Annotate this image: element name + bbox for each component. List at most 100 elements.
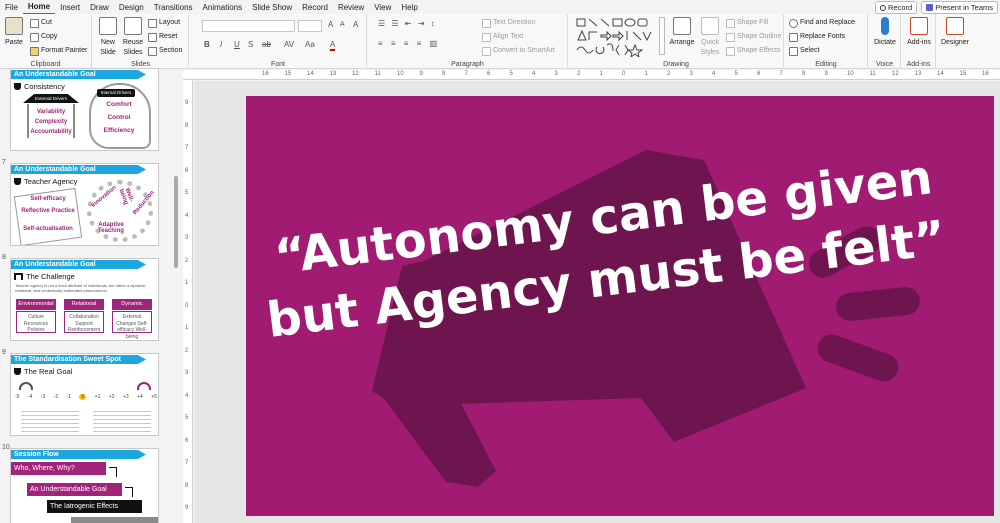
font-color-button[interactable]: A xyxy=(330,40,336,51)
copy-button[interactable]: Copy xyxy=(30,32,57,42)
find-replace-button[interactable]: Find and Replace xyxy=(789,18,855,28)
tab-slide-show[interactable]: Slide Show xyxy=(247,1,297,14)
quick-styles-button[interactable]: Quick Styles xyxy=(697,17,723,58)
shapes-gallery-scroll[interactable] xyxy=(659,17,665,55)
shape-outline-button[interactable]: Shape Outline xyxy=(726,32,781,42)
select-button[interactable]: Select xyxy=(789,46,819,56)
ruler-tick-label: 6 xyxy=(757,71,761,77)
slide-thumbnail[interactable]: An Understandable Goal The Challenge Tea… xyxy=(10,258,159,341)
copy-icon xyxy=(30,32,39,42)
replace-fonts-button[interactable]: Replace Fonts xyxy=(789,32,845,42)
shape-effects-button[interactable]: Shape Effects xyxy=(726,46,780,56)
section-button[interactable]: Section xyxy=(148,46,182,56)
tab-review[interactable]: Review xyxy=(333,1,369,14)
book-item: Self-actualisation xyxy=(23,226,73,232)
font-name-box[interactable] xyxy=(202,20,295,32)
ruler-tick-label: 13 xyxy=(329,71,337,77)
paste-button[interactable]: Paste xyxy=(3,17,25,48)
reset-icon xyxy=(148,32,157,42)
slide-thumbnail[interactable]: An Understandable Goal Teacher Agency Se… xyxy=(10,163,159,246)
tab-home[interactable]: Home xyxy=(22,0,56,15)
main-slide[interactable]: “Autonomy can be given but Agency must b… xyxy=(246,96,994,516)
layout-button[interactable]: Layout xyxy=(148,18,180,28)
convert-smartart-button[interactable]: Convert to SmartArt xyxy=(482,46,555,56)
ruler-tick-label: 7 xyxy=(185,145,189,151)
tab-design[interactable]: Design xyxy=(114,1,149,14)
slide-thumbnail[interactable]: The Standardisation Sweet Spot The Real … xyxy=(10,353,159,436)
arrange-button[interactable]: Arrange xyxy=(669,17,695,48)
slide-thumbnail[interactable]: An Understandable Goal Consistency Exter… xyxy=(10,68,159,151)
designer-button[interactable]: Designer xyxy=(940,17,970,48)
section-icon xyxy=(148,46,157,56)
clear-formatting-icon[interactable]: A xyxy=(353,20,358,29)
small-print-left xyxy=(21,408,79,434)
shapes-gallery[interactable] xyxy=(575,17,659,57)
list-buttons-icon[interactable]: ☰ ☰ ⇤ ⇥ ↕ xyxy=(378,19,437,28)
slide-title-text: The Challenge xyxy=(26,272,75,281)
dictate-button[interactable]: Dictate xyxy=(872,17,898,48)
ruler-tick-label: 4 xyxy=(712,71,716,77)
addins-button[interactable]: Add-ins xyxy=(905,17,933,48)
column-body: Culture Resources Policies xyxy=(16,311,56,333)
column-body: External Changes Self-efficacy Well-bein… xyxy=(112,311,152,340)
new-slide-button[interactable]: New Slide xyxy=(97,17,119,58)
layout-icon xyxy=(148,18,157,28)
reuse-slides-button[interactable]: Reuse Slides xyxy=(122,17,144,58)
scrollbar-thumb[interactable] xyxy=(174,176,178,268)
shadow-button[interactable]: S xyxy=(248,40,253,49)
reuse-slides-icon xyxy=(124,17,142,35)
ruler-tick-label: 3 xyxy=(185,235,189,241)
ruler-tick-label: 5 xyxy=(509,71,513,77)
slide-thumbnail[interactable]: Session Flow Who, Where, Why? An Underst… xyxy=(10,448,159,523)
tab-transitions[interactable]: Transitions xyxy=(149,1,198,14)
ruler-tick-label: 8 xyxy=(185,482,189,489)
align-buttons-icon[interactable]: ≡ ≡ ≡ ≡ ▥ xyxy=(378,39,440,48)
shape-fill-button[interactable]: Shape Fill xyxy=(726,18,768,28)
tab-draw[interactable]: Draw xyxy=(85,1,114,14)
text-direction-button[interactable]: Text Direction xyxy=(482,18,535,28)
increase-font-icon[interactable]: A xyxy=(328,20,333,29)
tab-record[interactable]: Record xyxy=(297,1,333,14)
italic-button[interactable]: I xyxy=(220,40,222,49)
tab-help[interactable]: Help xyxy=(396,1,422,14)
cut-button[interactable]: Cut xyxy=(30,18,52,28)
underline-button[interactable]: U xyxy=(234,40,240,49)
gauge-left-icon xyxy=(19,382,33,390)
flow-step-next xyxy=(71,517,158,523)
tab-view[interactable]: View xyxy=(369,1,396,14)
bold-button[interactable]: B xyxy=(204,40,210,49)
scale-tick: -1 xyxy=(66,394,72,400)
ruler-tick-label: 10 xyxy=(847,71,854,77)
convert-smartart-label: Convert to SmartArt xyxy=(493,47,555,54)
character-spacing-button[interactable]: AV xyxy=(284,40,294,49)
reset-button[interactable]: Reset xyxy=(148,32,177,42)
scale-tick: +3 xyxy=(122,394,129,400)
font-size-box[interactable] xyxy=(298,20,322,32)
align-text-button[interactable]: Align Text xyxy=(482,32,523,42)
ruler-tick-label: 12 xyxy=(892,71,899,77)
slides-group: New Slide Reuse Slides Layout Reset Sect… xyxy=(93,14,189,69)
format-painter-button[interactable]: Format Painter xyxy=(30,46,87,56)
record-button[interactable]: Record xyxy=(875,1,918,14)
decrease-font-icon[interactable]: A xyxy=(340,21,345,28)
tab-animations[interactable]: Animations xyxy=(198,1,248,14)
ruler-tick-label: 8 xyxy=(802,71,806,77)
present-in-teams-button[interactable]: Present in Teams xyxy=(921,1,998,14)
change-case-button[interactable]: Aa xyxy=(305,40,315,49)
ruler-tick-label: 1 xyxy=(644,71,648,77)
thumbnail-scrollbar[interactable] xyxy=(172,72,180,522)
voice-group: Dictate Voice xyxy=(869,14,901,69)
ruler-tick-label: 2 xyxy=(185,347,189,354)
text-direction-icon xyxy=(482,18,491,28)
ruler-tick-label: 4 xyxy=(532,71,536,77)
arrange-label: Arrange xyxy=(669,39,695,46)
tab-insert[interactable]: Insert xyxy=(55,1,85,14)
designer-icon xyxy=(946,17,964,35)
ruler-tick-label: 9 xyxy=(419,71,423,77)
flow-arrow xyxy=(109,467,117,477)
tab-file[interactable]: File xyxy=(0,1,23,14)
arrange-icon xyxy=(673,17,691,35)
strikethrough-button[interactable]: ab xyxy=(262,40,271,49)
ruler-tick-label: 1 xyxy=(599,71,603,77)
internal-drivers-label: Internal Drivers xyxy=(97,89,135,97)
